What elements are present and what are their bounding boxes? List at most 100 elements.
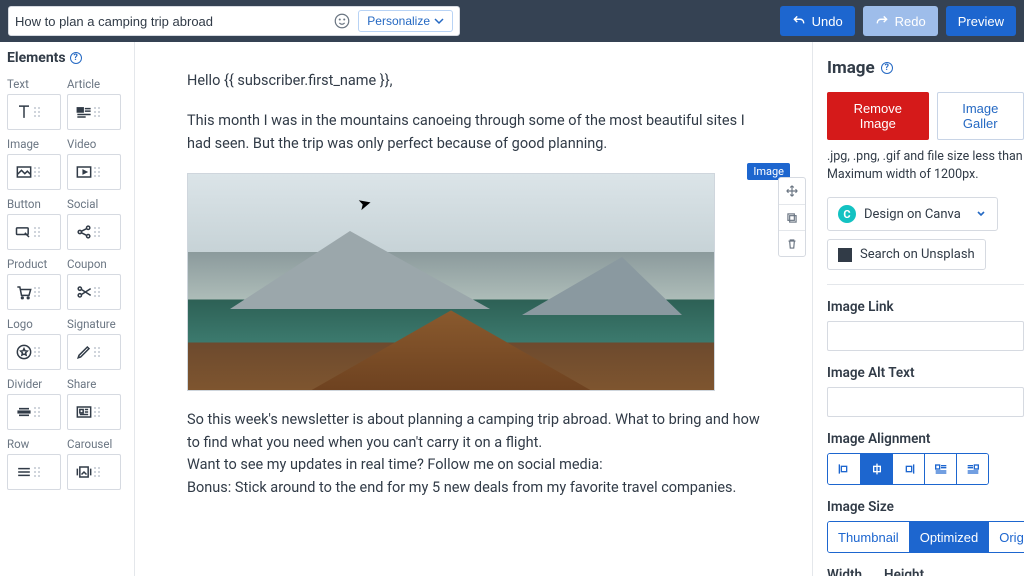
newspaper-icon [74,402,94,422]
image-alignment-section: Image Alignment [827,431,1024,485]
alignment-label: Image Alignment [827,431,1024,447]
size-thumbnail-button[interactable]: Thumbnail [828,522,909,552]
image-link-label: Image Link [827,299,1024,315]
align-right-button[interactable] [892,454,924,484]
element-button[interactable] [7,214,61,250]
el-label-divider: Divider [7,377,67,391]
delete-button[interactable] [779,230,805,256]
design-on-canva-button[interactable]: C Design on Canva [827,197,998,231]
element-carousel[interactable] [67,454,121,490]
sidebar-title-text: Elements [7,50,66,66]
pen-icon [74,342,94,362]
help-icon[interactable]: ? [881,62,893,74]
element-text[interactable] [7,94,61,130]
divider-icon [14,402,34,422]
paragraph-2a[interactable]: So this week's newsletter is about plann… [187,409,766,454]
element-divider[interactable] [7,394,61,430]
rows-icon [14,462,34,482]
element-share[interactable] [67,394,121,430]
image-alt-input[interactable] [827,387,1024,417]
undo-label: Undo [812,14,843,29]
personalize-label: Personalize [367,14,430,28]
redo-label: Redo [895,14,926,29]
size-optimized-button[interactable]: Optimized [909,522,989,552]
remove-image-button[interactable]: Remove Image [827,92,929,140]
element-signature[interactable] [67,334,121,370]
video-icon [74,162,94,182]
height-label: Height [884,567,924,576]
emoji-icon[interactable] [332,11,352,31]
undo-button[interactable]: Undo [780,6,855,36]
button-icon [14,222,34,242]
share-icon [74,222,94,242]
image-size-section: Image Size Thumbnail Optimized Original [827,499,1024,553]
move-button[interactable] [779,178,805,204]
preview-button[interactable]: Preview [946,6,1016,36]
image-placeholder[interactable]: ➤ [187,173,715,391]
align-left-button[interactable] [828,454,860,484]
el-label-carousel: Carousel [67,437,127,451]
canva-label: Design on Canva [864,207,961,222]
email-content: Hello {{ subscriber.first_name }}, This … [187,70,766,499]
element-social[interactable] [67,214,121,250]
panel-title-text: Image [827,58,875,78]
element-image[interactable] [7,154,61,190]
paragraph-2c[interactable]: Bonus: Stick around to the end for my 5 … [187,477,766,499]
element-logo[interactable] [7,334,61,370]
el-label-share: Share [67,377,127,391]
elements-sidebar: Elements ? Text Image Button Product Log… [0,42,135,576]
image-link-input[interactable] [827,321,1024,351]
element-row[interactable] [7,454,61,490]
image-block[interactable]: Image ➤ [187,173,766,391]
unsplash-label: Search on Unsplash [860,247,975,262]
image-properties-panel: Image ? Remove Image Image Galler .jpg, … [812,42,1024,576]
size-label: Image Size [827,499,1024,515]
width-label: Width [827,567,862,576]
align-text-left-button[interactable] [924,454,956,484]
search-unsplash-button[interactable]: Search on Unsplash [827,239,986,270]
paragraph-1[interactable]: This month I was in the mountains canoei… [187,110,766,155]
size-original-button[interactable]: Original [988,522,1024,552]
el-label-video: Video [67,137,127,151]
align-text-right-button[interactable] [956,454,988,484]
greeting-text[interactable]: Hello {{ subscriber.first_name }}, [187,70,766,92]
article-icon [74,102,94,122]
top-bar: Personalize Undo Redo Preview [0,0,1024,42]
editor-canvas[interactable]: Hello {{ subscriber.first_name }}, This … [135,42,812,576]
scissors-icon [74,282,94,302]
align-center-button[interactable] [860,454,892,484]
image-alt-section: Image Alt Text [827,365,1024,417]
copy-button[interactable] [779,204,805,230]
image-link-section: Image Link [827,299,1024,351]
sidebar-title: Elements ? [7,50,127,66]
paragraph-2b[interactable]: Want to see my updates in real time? Fol… [187,454,766,476]
personalize-button[interactable]: Personalize [358,10,453,32]
star-icon [14,342,34,362]
image-icon [14,162,34,182]
element-video[interactable] [67,154,121,190]
text-icon [14,102,34,122]
element-coupon[interactable] [67,274,121,310]
el-label-signature: Signature [67,317,127,331]
el-label-coupon: Coupon [67,257,127,271]
el-label-image: Image [7,137,67,151]
cart-icon [14,282,34,302]
image-gallery-button[interactable]: Image Galler [937,92,1024,140]
el-label-social: Social [67,197,127,211]
el-label-row: Row [7,437,67,451]
el-label-text: Text [7,77,67,91]
element-product[interactable] [7,274,61,310]
unsplash-icon [838,248,852,262]
help-icon[interactable]: ? [70,52,82,64]
redo-button[interactable]: Redo [863,6,938,36]
subject-input[interactable] [15,14,326,29]
el-label-article: Article [67,77,127,91]
size-segment: Thumbnail Optimized Original [827,521,1024,553]
subject-container: Personalize [8,6,460,36]
el-label-logo: Logo [7,317,67,331]
preview-label: Preview [958,14,1004,29]
panel-title: Image ? [827,58,1024,78]
element-article[interactable] [67,94,121,130]
el-label-button: Button [7,197,67,211]
file-hint: .jpg, .png, .gif and file size less than… [827,148,1024,183]
